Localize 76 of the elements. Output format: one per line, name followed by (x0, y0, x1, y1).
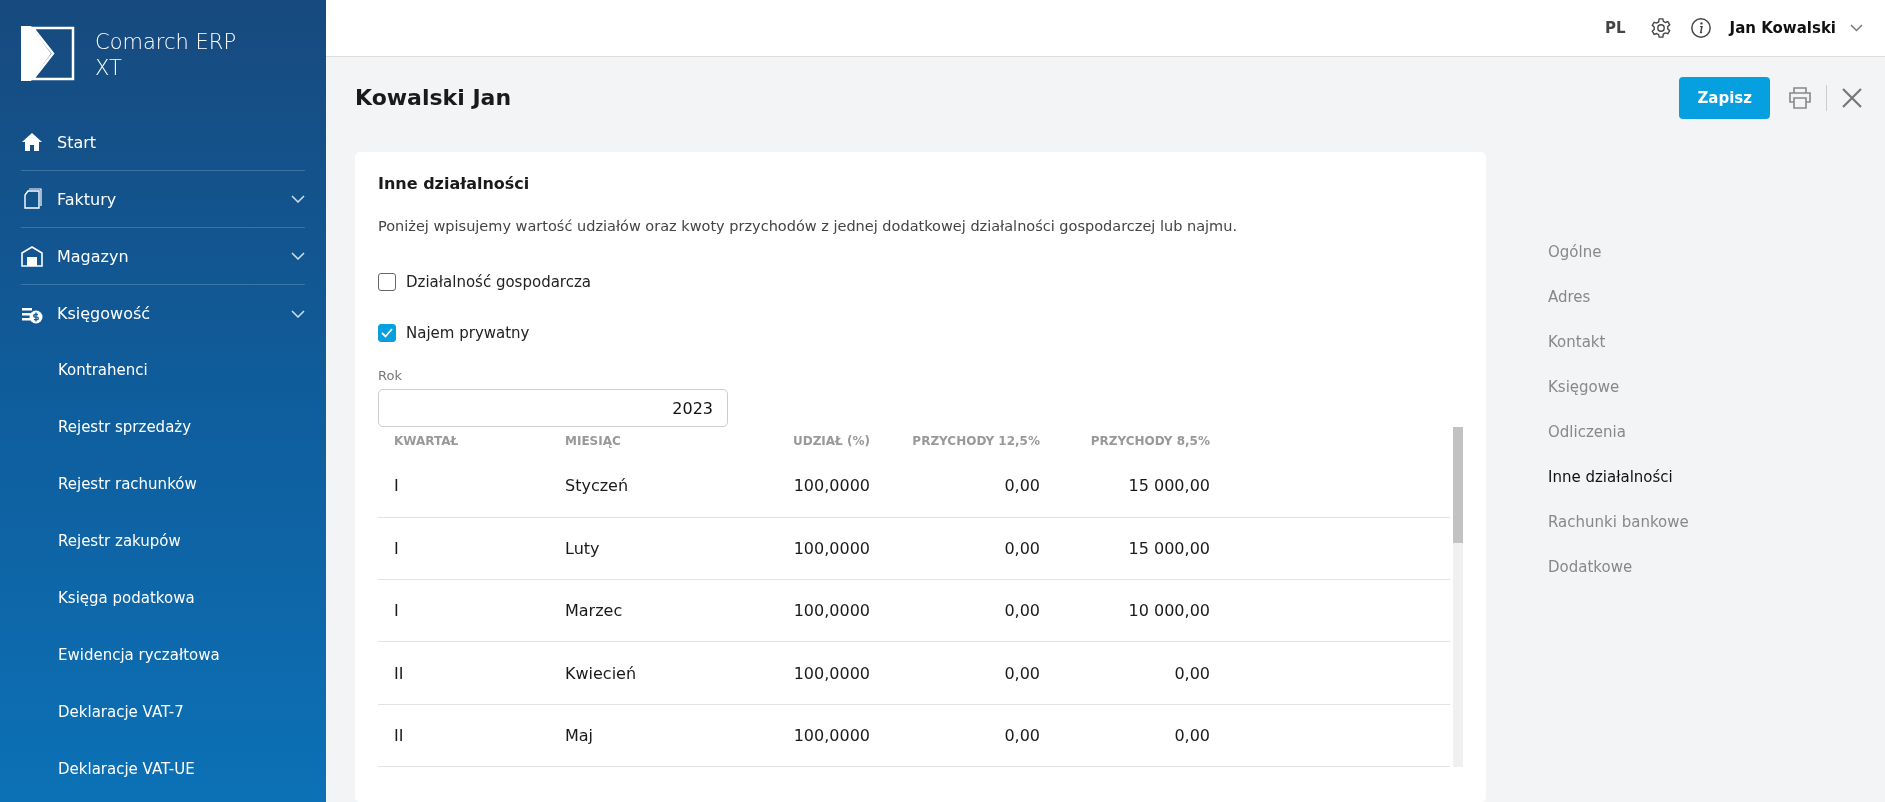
table-cell: 15 000,00 (1040, 455, 1210, 518)
checkbox-label: Najem prywatny (406, 323, 530, 342)
section-link[interactable]: Kontakt (1548, 320, 1689, 365)
nav-subitem[interactable]: Ewidencja ryczałtowa (21, 627, 305, 684)
print-icon[interactable] (1788, 86, 1812, 109)
scrollbar-thumb[interactable] (1453, 427, 1463, 543)
table-cell: 15 000,00 (1040, 517, 1210, 580)
table-cell: I (378, 517, 565, 580)
section-description: Poniżej wpisujemy wartość udziałów oraz kwoty przychodów z jednej dodatkowej działalności gospodarczej lub najmu. (378, 218, 1238, 234)
nav-item[interactable]: Start (21, 114, 305, 171)
table-cell: 10 000,00 (1040, 579, 1210, 642)
table-cell: 0,00 (870, 455, 1040, 518)
column-header: PRZYCHODY 8,5% (1040, 427, 1210, 455)
column-header: MIESIĄC (565, 433, 622, 450)
table-cell: 0,00 (1040, 641, 1210, 705)
nav-item[interactable]: Faktury (21, 171, 305, 228)
nav-subitem[interactable]: Rejestr rachunków (21, 456, 305, 513)
nav-subitem[interactable]: Deklaracje VAT-7 (21, 684, 305, 741)
nav-subitem[interactable]: Deklaracje VAT-UE (21, 741, 305, 798)
close-icon[interactable] (1841, 86, 1863, 109)
home-icon (21, 131, 43, 153)
nav-item[interactable]: Magazyn (21, 228, 305, 285)
section-link[interactable]: Dodatkowe (1548, 545, 1689, 590)
nav-item[interactable]: Księgowość (21, 285, 305, 342)
section-title: Inne działalności (378, 174, 531, 193)
section-link[interactable]: Adres (1548, 275, 1689, 320)
page-title: Kowalski Jan (355, 85, 513, 110)
logo-icon (21, 26, 75, 81)
table-cell: Luty (565, 517, 750, 580)
column-header: KWARTAŁ (393, 433, 460, 450)
logo-text: Comarch ERP XT (95, 29, 238, 81)
table-cell: Styczeń (565, 455, 750, 518)
table-cell: 100,0000 (750, 704, 870, 767)
user-menu[interactable]: Jan Kowalski (1729, 19, 1863, 37)
year-field[interactable]: 2023 (378, 389, 728, 427)
table-cell: Kwiecień (565, 641, 750, 705)
section-link[interactable]: Inne działalności (1548, 455, 1689, 500)
chevron-down-icon (291, 252, 305, 260)
column-header: UDZIAŁ (%) (791, 433, 870, 450)
field-label: Rok (378, 368, 403, 383)
table-cell: I (378, 455, 565, 518)
table-cell: 0,00 (870, 704, 1040, 767)
checkbox[interactable] (378, 272, 396, 291)
table-cell: 0,00 (870, 579, 1040, 642)
chevron-down-icon (291, 195, 305, 203)
nav-subitem[interactable]: Rejestr zakupów (21, 513, 305, 570)
table-cell: 100,0000 (750, 579, 870, 642)
language-selector[interactable]: PL (1605, 19, 1626, 37)
table-cell: 0,00 (1040, 704, 1210, 767)
checkbox-label: Działalność gospodarcza (406, 272, 591, 291)
chevron-down-icon (291, 309, 305, 318)
column-header: PRZYCHODY 12,5% (911, 433, 1040, 450)
chevron-down-icon (1850, 24, 1863, 32)
table-cell: 0,00 (870, 517, 1040, 580)
table-cell: Marzec (565, 579, 750, 642)
table-cell: 100,0000 (750, 641, 870, 705)
scrollbar[interactable] (1453, 427, 1463, 767)
section-link[interactable]: Rachunki bankowe (1548, 500, 1689, 545)
table-cell: II (378, 641, 565, 705)
info-icon[interactable] (1689, 17, 1712, 39)
documents-icon (21, 188, 43, 210)
checkbox[interactable] (378, 323, 396, 342)
table-cell: I (378, 579, 565, 642)
section-link[interactable]: Ogólne (1548, 230, 1689, 275)
table-cell: II (378, 704, 565, 767)
table-cell: 0,00 (870, 641, 1040, 705)
table-cell: 100,0000 (750, 517, 870, 580)
section-link[interactable]: Księgowe (1548, 365, 1689, 410)
nav-subitem[interactable]: Rejestr sprzedaży (21, 399, 305, 456)
settings-icon[interactable] (1649, 17, 1672, 39)
warehouse-icon (21, 245, 43, 267)
nav-subitem[interactable]: Kontrahenci (21, 342, 305, 399)
section-link[interactable]: Odliczenia (1548, 410, 1689, 455)
table-cell: 100,0000 (750, 455, 870, 518)
nav-subitem[interactable]: Księga podatkowa (21, 570, 305, 627)
table-cell: Maj (565, 704, 750, 767)
